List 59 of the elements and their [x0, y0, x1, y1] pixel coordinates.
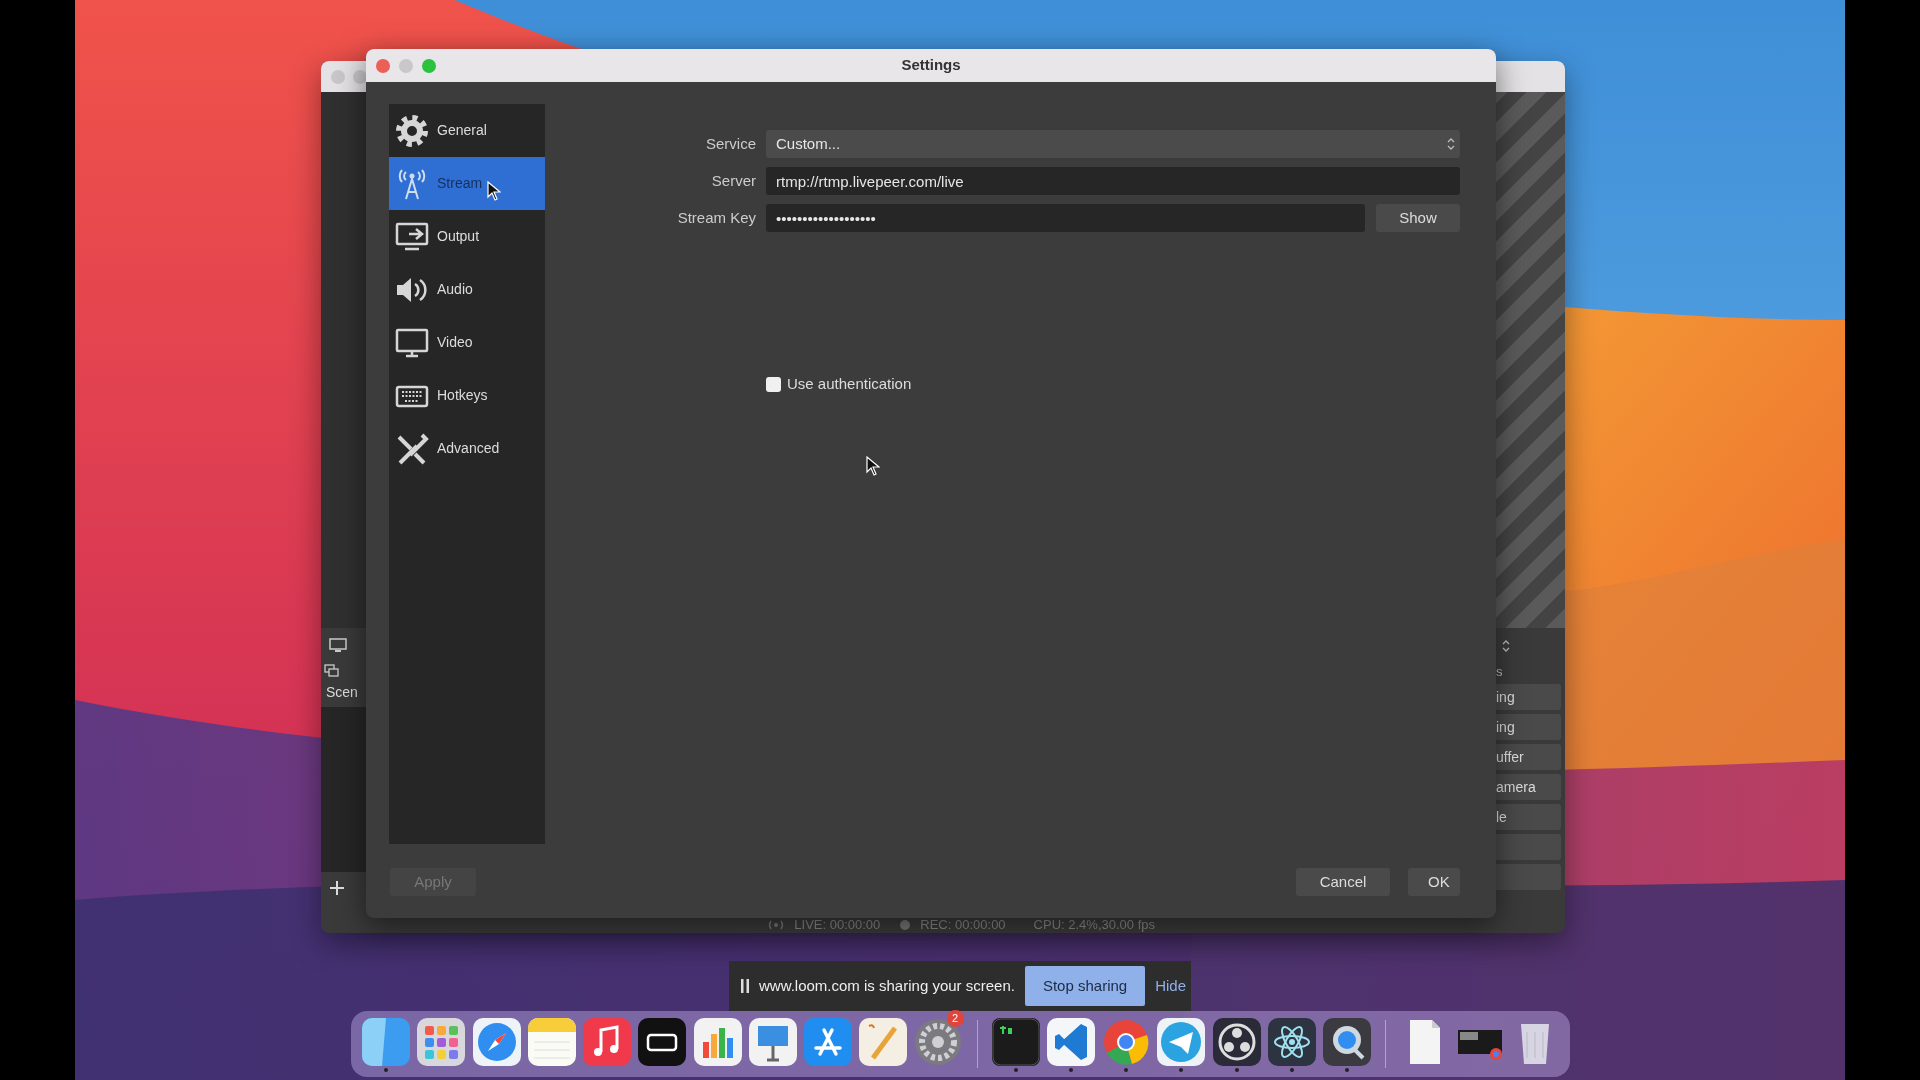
cursor-icon: [866, 456, 880, 476]
scenes-icon: [324, 664, 340, 678]
stream-key-field[interactable]: •••••••••••••••••••: [766, 204, 1365, 232]
field-label: Service: [704, 133, 756, 154]
chevron-icon: [1446, 136, 1456, 152]
sidebar-item[interactable]: Audio: [389, 263, 545, 316]
ring-icon[interactable]: [1212, 1018, 1261, 1066]
show-button[interactable]: Show: [1376, 204, 1460, 232]
bar-chart-icon[interactable]: [693, 1018, 742, 1066]
sidebar-item[interactable]: Video: [389, 316, 545, 369]
hide-link[interactable]: Hide: [1155, 974, 1187, 998]
sidebar-item[interactable]: General: [389, 104, 545, 157]
gear-icon: [395, 113, 429, 148]
panel-header: Scen: [326, 683, 359, 702]
cancel-button[interactable]: Cancel: [1296, 868, 1390, 896]
atom-icon[interactable]: [1267, 1018, 1316, 1066]
pause-icon[interactable]: [741, 979, 749, 993]
ok-button[interactable]: OK: [1408, 868, 1460, 896]
signal-icon: [768, 919, 785, 931]
monitor-icon[interactable]: [329, 638, 347, 654]
close-button[interactable]: [376, 58, 390, 73]
pen-icon[interactable]: [859, 1018, 908, 1066]
control-button[interactable]: ing: [1496, 714, 1561, 740]
control-button[interactable]: ing: [1496, 684, 1561, 710]
server-field[interactable]: rtmp://rtmp.livepeer.com/live: [766, 167, 1460, 195]
magnifier-icon[interactable]: [1323, 1018, 1372, 1066]
add-icon[interactable]: [329, 880, 345, 896]
sidebar-item[interactable]: Advanced: [389, 422, 545, 475]
status-text: REC: 00:00:00: [920, 916, 1006, 933]
app-store-icon[interactable]: [804, 1018, 852, 1066]
record-dot-icon: [900, 920, 911, 930]
compass-icon[interactable]: [472, 1018, 521, 1066]
cursor-icon: [487, 181, 501, 201]
checkbox[interactable]: [766, 376, 781, 392]
window-title: Settings: [901, 55, 961, 76]
field-label: Stream Key: [676, 207, 756, 228]
status-text: CPU: 2.4%,30.00 fps: [1033, 916, 1155, 933]
terminal-icon[interactable]: [991, 1018, 1040, 1066]
checkbox-label: Use authentication: [787, 374, 912, 394]
control-button[interactable]: le: [1496, 804, 1561, 830]
podium-icon[interactable]: [748, 1018, 797, 1066]
panel-header: s: [1496, 663, 1504, 680]
chevron-icon: [1501, 639, 1511, 653]
control-button[interactable]: uffer: [1496, 744, 1561, 770]
browser-circle-icon[interactable]: [1102, 1018, 1151, 1066]
app-grid-icon[interactable]: [417, 1018, 466, 1066]
field-label: Server: [710, 170, 756, 191]
ribbon-icon[interactable]: [1046, 1018, 1095, 1066]
sidebar-item[interactable]: Hotkeys: [389, 369, 545, 422]
control-button[interactable]: amera: [1496, 774, 1561, 800]
notepad-icon[interactable]: [527, 1018, 576, 1066]
paper-plane-icon[interactable]: [1157, 1018, 1206, 1066]
service-dropdown[interactable]: Custom...: [766, 130, 1460, 158]
stop-sharing-button[interactable]: Stop sharing: [1024, 966, 1146, 1006]
sidebar-item[interactable]: Output: [389, 210, 545, 263]
sharing-message: www.loom.com is sharing your screen.: [759, 975, 1015, 996]
tv-icon[interactable]: [638, 1018, 687, 1066]
music-note-icon[interactable]: [583, 1018, 632, 1066]
status-text: LIVE: 00:00:00: [794, 916, 881, 933]
